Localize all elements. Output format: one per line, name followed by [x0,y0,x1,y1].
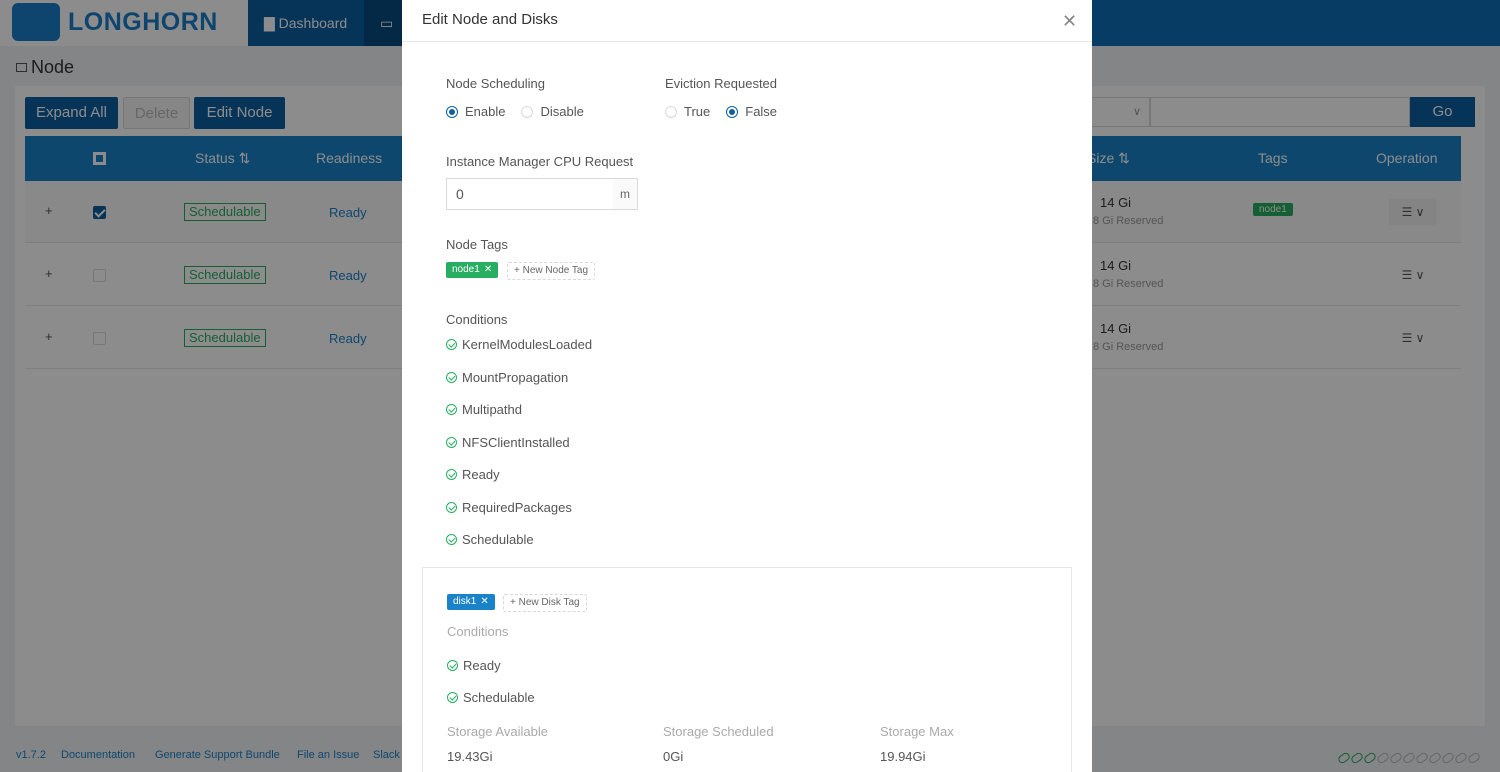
storage-scheduled-value: 0Gi [663,749,684,764]
true-radio[interactable] [665,105,677,118]
check-circle-icon [446,469,457,480]
disk-condition-item: Ready [447,658,501,673]
condition-text: NFSClientInstalled [462,435,570,450]
close-icon[interactable]: ✕ [480,596,488,607]
condition-text: MountPropagation [462,370,569,385]
condition-text: Ready [462,467,500,482]
cpu-request-label: Instance Manager CPU Request [446,154,634,169]
condition-item: Multipathd [446,402,522,417]
check-circle-icon [446,404,457,415]
eviction-requested-label: Eviction Requested [665,76,778,91]
node-tags-label: Node Tags [446,237,508,252]
storage-max-label: Storage Max [880,724,954,739]
enable-radio[interactable] [446,105,458,118]
condition-item: Ready [446,467,500,482]
node-scheduling-label: Node Scheduling [446,76,546,91]
storage-max-value: 19.94Gi [880,749,926,764]
condition-text: Ready [463,658,501,673]
disk-tag-text: disk1 [453,596,477,607]
check-circle-icon [446,534,457,545]
check-circle-icon [447,660,458,671]
disk-conditions-label: Conditions [447,624,509,639]
edit-node-modal: Edit Node and Disks ✕ Node Scheduling En… [402,0,1092,772]
check-circle-icon [446,372,457,383]
condition-item: Schedulable [446,532,534,547]
new-node-tag-label: New Node Tag [522,265,589,276]
false-radio[interactable] [726,105,739,118]
conditions-label: Conditions [446,312,508,327]
condition-item: RequiredPackages [446,500,572,515]
false-radio-label[interactable]: False [745,104,777,119]
close-icon[interactable]: ✕ [1062,11,1077,32]
storage-scheduled-label: Storage Scheduled [663,724,774,739]
node-scheduling-radio-group: Enable Disable [446,104,600,119]
condition-text: KernelModulesLoaded [462,337,593,352]
modal-title: Edit Node and Disks [422,11,558,28]
eviction-radio-group: True False [665,104,793,119]
enable-radio-label[interactable]: Enable [465,104,505,119]
new-node-tag-button[interactable]: + New Node Tag [507,262,596,280]
storage-available-value: 19.43Gi [447,749,493,764]
check-circle-icon [446,339,457,350]
condition-text: RequiredPackages [462,500,572,515]
condition-item: MountPropagation [446,370,568,385]
node-tag-chip: node1 ✕ [446,262,499,278]
condition-text: Multipathd [462,402,522,417]
cpu-request-input[interactable]: 0 [446,178,614,210]
condition-text: Schedulable [463,690,535,705]
close-icon[interactable]: ✕ [484,264,492,275]
new-disk-tag-button[interactable]: + New Disk Tag [503,594,587,612]
disk-condition-item: Schedulable [447,690,535,705]
condition-item: NFSClientInstalled [446,435,570,450]
disable-radio-label[interactable]: Disable [540,104,583,119]
true-radio-label[interactable]: True [684,104,710,119]
new-disk-tag-label: New Disk Tag [518,597,580,608]
storage-available-label: Storage Available [447,724,548,739]
check-circle-icon [447,692,458,703]
condition-text: Schedulable [462,532,534,547]
check-circle-icon [446,502,457,513]
disk-card: disk1 ✕ + New Disk Tag Conditions Ready S… [422,567,1072,772]
check-circle-icon [446,437,457,448]
disk-tag-chip: disk1 ✕ [447,594,495,610]
disable-radio[interactable] [521,105,534,118]
modal-header: Edit Node and Disks ✕ [402,0,1092,42]
condition-item: KernelModulesLoaded [446,337,592,352]
cpu-unit-addon: m [613,178,638,210]
node-tag-text: node1 [452,264,480,275]
